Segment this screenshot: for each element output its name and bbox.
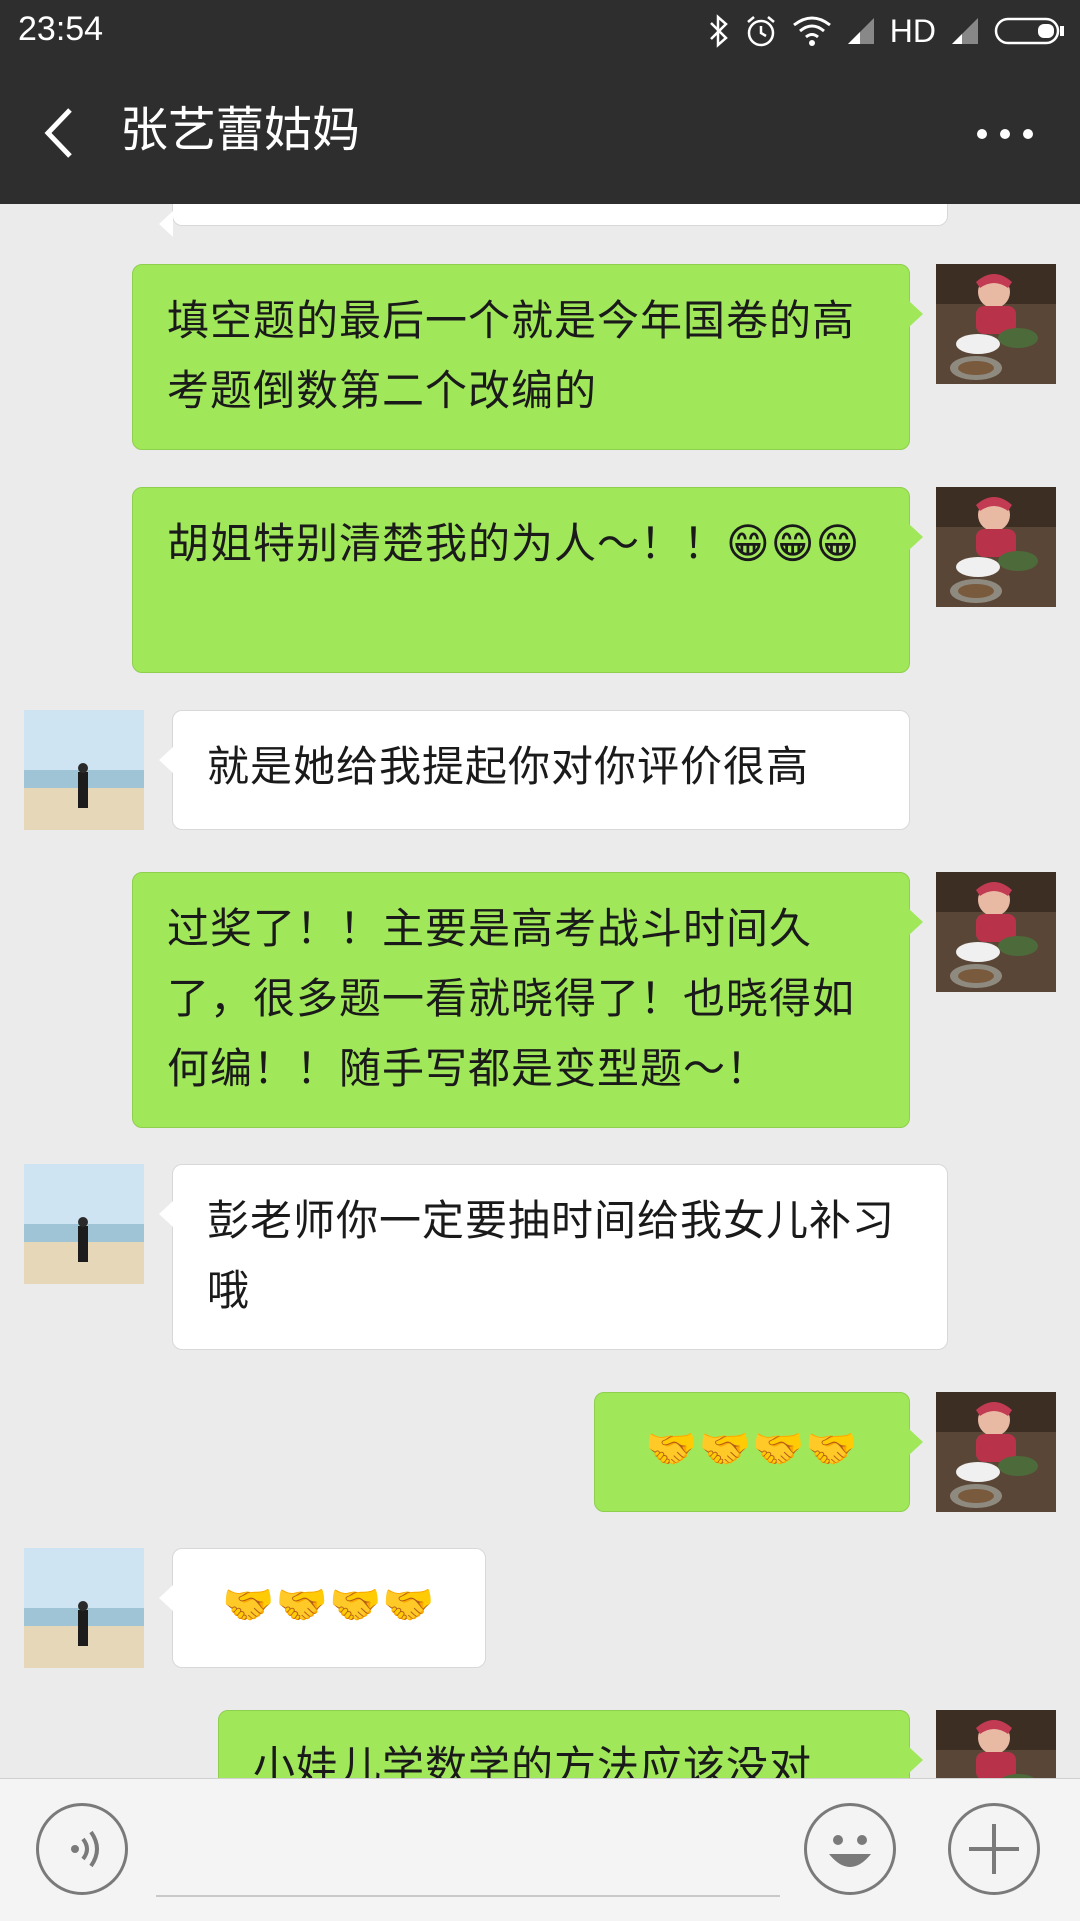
avatar[interactable] [24, 710, 144, 830]
chat-title: 张艺蕾姑妈 [120, 102, 361, 158]
contact-avatar-photo [24, 710, 144, 830]
contact-avatar-photo [24, 1164, 144, 1284]
message-list[interactable]: 填空题的最后一个就是今年国卷的高考题倒数第二个改编的 胡姐特别清楚我的为人～！！… [0, 204, 1080, 1778]
add-button[interactable] [948, 1803, 1040, 1895]
message-bubble-partial[interactable] [159, 204, 948, 237]
status-bar: 23:54 HD [0, 0, 1080, 62]
plus-icon [969, 1824, 1019, 1874]
battery-icon [994, 16, 1066, 46]
emoji-button[interactable] [804, 1803, 896, 1895]
message-bubble-sent[interactable]: 过奖了！！主要是高考战斗时间久了，很多题一看就晓得了！也晓得如何编！！随手写都是… [132, 872, 923, 1128]
wifi-icon [792, 15, 832, 47]
more-button[interactable] [970, 114, 1040, 154]
avatar[interactable] [936, 1392, 1056, 1512]
bluetooth-icon [708, 14, 730, 48]
status-icons: HD [708, 10, 1066, 52]
more-dots-icon [977, 129, 1033, 139]
avatar[interactable] [24, 1548, 144, 1668]
message-bubble-received[interactable]: 彭老师你一定要抽时间给我女儿补习哦 [159, 1164, 948, 1350]
message-bubble-sent[interactable]: 胡姐特别清楚我的为人～！！😁😁😁 [132, 487, 923, 673]
chevron-left-icon [44, 108, 72, 158]
voice-icon [71, 1830, 99, 1868]
user-avatar-photo [936, 487, 1056, 607]
avatar[interactable] [936, 264, 1056, 384]
alarm-icon [744, 14, 778, 48]
voice-button[interactable] [36, 1803, 128, 1895]
message-bubble-sent[interactable]: 🤝🤝🤝🤝 [594, 1392, 923, 1512]
message-bubble-received[interactable]: 🤝🤝🤝🤝 [159, 1548, 486, 1668]
user-avatar-photo [936, 1710, 1056, 1778]
user-avatar-photo [936, 264, 1056, 384]
avatar[interactable] [936, 872, 1056, 992]
avatar[interactable] [936, 1710, 1056, 1778]
user-avatar-photo [936, 1392, 1056, 1512]
user-avatar-photo [936, 872, 1056, 992]
avatar[interactable] [936, 487, 1056, 607]
contact-avatar-photo [24, 1548, 144, 1668]
message-bubble-received[interactable]: 就是她给我提起你对你评价很高 [159, 710, 910, 830]
signal-icon [950, 16, 980, 46]
emoji-icon [829, 1835, 871, 1867]
message-bubble-sent[interactable]: 小娃儿学数学的方法应该没对 [218, 1710, 923, 1778]
status-time: 23:54 [18, 10, 104, 48]
input-bar [0, 1778, 1080, 1921]
message-bubble-sent[interactable]: 填空题的最后一个就是今年国卷的高考题倒数第二个改编的 [132, 264, 923, 450]
network-type-label: HD [889, 12, 936, 49]
chat-header: 张艺蕾姑妈 [0, 62, 1080, 204]
back-button[interactable] [36, 102, 96, 164]
signal-icon [846, 16, 876, 46]
avatar[interactable] [24, 1164, 144, 1284]
message-input[interactable] [156, 1895, 780, 1897]
